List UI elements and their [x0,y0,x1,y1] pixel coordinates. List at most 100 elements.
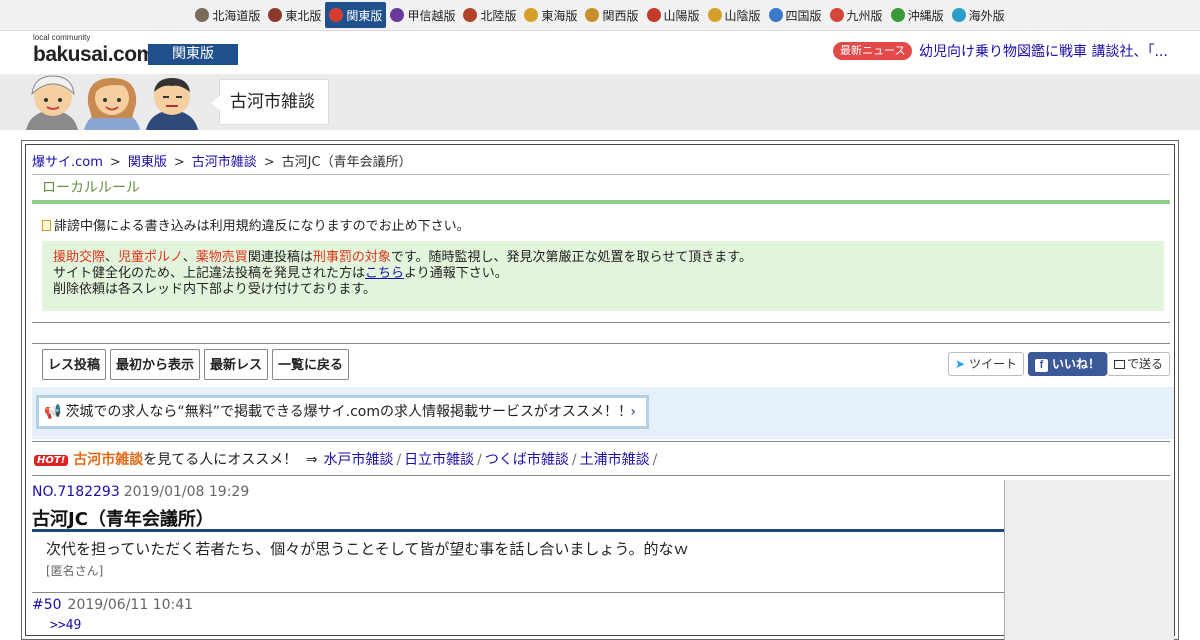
recommended-board-link[interactable]: 水戸市雑談 [323,452,393,468]
warning-text: サイト健全化のため、上記違法投稿を発見された方は [53,266,366,281]
breadcrumb-edition[interactable]: 関東版 [128,155,167,170]
warning-term: 刑事罰の対象 [312,250,391,265]
job-ad-promo-link[interactable]: 📢 茨城での求人なら“無料”で掲載できる爆サイ.comの求人情報掲載サービスがオス… [36,395,649,429]
defamation-notice-text: 誹謗中傷による書き込みは利用規約違反になりますのでお止め下さい。 [54,219,470,234]
reply-anchor-link[interactable]: >>49 [50,618,81,633]
promo-area: 📢 茨城での求人なら“無料”で掲載できる爆サイ.comの求人情報掲載サービスがオス… [32,387,1174,439]
region-label: 甲信越版 [407,8,456,23]
region-icon [890,8,905,22]
recommend-text: を見てる人にオススメ！ [143,452,298,468]
line-send-button[interactable]: で送る [1107,352,1171,376]
region-link[interactable]: 山陰版 [704,3,765,28]
site-logo[interactable]: bakusai.com [33,43,155,67]
region-icon [463,8,478,22]
arrow-icon: ⇒ [305,452,318,468]
thread-date: 2019/01/08 19:29 [123,484,250,500]
recommended-board-link[interactable]: 日立市雑談 [404,452,474,468]
divider [32,322,1170,323]
facebook-like-button[interactable]: f いいね！ [1028,352,1108,376]
warning-text: より通報下さい。 [404,266,508,281]
region-link[interactable]: 九州版 [826,3,887,28]
divider [32,441,1170,442]
facebook-icon: f [1035,359,1048,372]
region-icon [524,8,539,22]
region-link[interactable]: 沖縄版 [887,3,948,28]
latest-replies-button[interactable]: 最新レス [204,349,269,380]
region-link[interactable]: 関東版 [325,2,387,28]
mail-icon [1114,360,1125,369]
slash-separator: / [396,452,402,468]
tweet-label: ツイート [969,357,1018,371]
send-label: で送る [1127,357,1164,371]
local-rules-heading: ローカルルール [32,174,1170,204]
reply-post-button[interactable]: レス投稿 [42,349,107,380]
region-label: 海外版 [968,8,1005,23]
breadcrumb-separator: > [173,155,185,170]
recommended-boards: HOT! 古河市雑談を見てる人にオススメ！ ⇒ 水戸市雑談 / 日立市雑談 / つくば市雑談… [34,449,660,469]
latest-news-link[interactable]: 幼児向け乗り物図鑑に戦車 講談社、「... [919,41,1168,61]
back-to-list-button[interactable]: 一覧に戻る [272,349,350,380]
divider [32,343,1170,344]
thread-title: 古河JC（青年会議所） [32,505,1004,532]
reply-date: 2019/06/11 10:41 [67,597,194,613]
region-icon [195,8,210,22]
latest-news-badge: 最新ニュース [833,42,913,60]
content-inner: 爆サイ.com > 関東版 > 古河市雑談 > 古河JC（青年会議所） ローカルルール 誹謗… [25,144,1175,640]
warning-line-1: 援助交際、児童ポルノ、薬物売買関連投稿は刑事罰の対象です。随時監視し、発見次第厳… [53,250,1153,266]
region-icon [951,8,966,22]
recommended-board-link[interactable]: つくば市雑談 [485,452,569,468]
first-post-author: [匿名さん] [46,564,104,578]
slash-separator: / [652,452,658,468]
breadcrumb-board[interactable]: 古河市雑談 [192,155,257,170]
content-frame: 爆サイ.com > 関東版 > 古河市雑談 > 古河JC（青年会議所） ローカルルール 誹謗… [21,140,1179,640]
region-label: 関西版 [602,8,639,23]
region-link[interactable]: 海外版 [948,3,1009,28]
report-link[interactable]: こちら [365,266,404,281]
region-icon [646,8,661,22]
logo-tagline: local community [33,33,91,42]
megaphone-icon: 📢 [44,404,62,420]
region-link[interactable]: 山陽版 [643,3,704,28]
warning-term: 児童ポルノ [118,250,183,265]
breadcrumb-home[interactable]: 爆サイ.com [32,155,103,170]
breadcrumb-separator: > [263,155,275,170]
region-link[interactable]: 北陸版 [459,3,520,28]
recommended-board-link[interactable]: 土浦市雑談 [580,452,650,468]
warning-term: 薬物売買 [195,250,248,265]
warning-line-2: サイト健全化のため、上記違法投稿を発見された方はこちらより通報下さい。 [53,266,1153,282]
region-label: 山陽版 [663,8,700,23]
reply-number[interactable]: #50 [32,597,62,613]
show-from-first-button[interactable]: 最初から表示 [110,349,201,380]
tweet-button[interactable]: ➤ ツイート [948,352,1025,376]
region-link[interactable]: 甲信越版 [386,3,459,28]
region-icon [268,8,283,22]
region-icon [329,8,344,22]
region-link[interactable]: 北海道版 [191,3,264,28]
region-label: 沖縄版 [907,8,944,23]
breadcrumb-separator: > [109,155,121,170]
region-label: 山陰版 [724,8,761,23]
reply-meta: #50 2019/06/11 10:41 [32,597,193,613]
region-link[interactable]: 四国版 [765,3,826,28]
twitter-icon: ➤ [955,357,966,371]
region-link[interactable]: 東北版 [264,3,325,28]
breadcrumb: 爆サイ.com > 関東版 > 古河市雑談 > 古河JC（青年会議所） [32,151,412,170]
region-label: 北海道版 [212,8,261,23]
thread-meta: NO.7182293 2019/01/08 19:29 [32,484,249,500]
current-board-link[interactable]: 古河市雑談 [73,452,143,468]
slash-separator: / [571,452,577,468]
region-link[interactable]: 関西版 [581,3,642,28]
warning-term: 援助交際 [53,250,106,265]
like-label: いいね！ [1052,357,1101,371]
illegal-post-warning: 援助交際、児童ポルノ、薬物売買関連投稿は刑事罰の対象です。随時監視し、発見次第厳… [42,241,1164,311]
chevron-right-icon: › [630,404,636,420]
sidebar-ad-area [1004,480,1174,640]
region-icon [390,8,405,22]
region-icon [707,8,722,22]
region-link[interactable]: 東海版 [520,3,581,28]
breadcrumb-current: 古河JC（青年会議所） [281,155,412,170]
thread-number[interactable]: NO.7182293 [32,484,120,500]
region-nav: 北海道版 東北版 関東版 甲信越版 北陸版 東海版 関西版 山陽版 山陰版 四国版 九州版 沖縄版 海外… [0,0,1200,31]
site-header: local community bakusai.com 関東版 最新ニュース 幼… [0,32,1200,74]
region-label: 関東版 [346,8,383,23]
